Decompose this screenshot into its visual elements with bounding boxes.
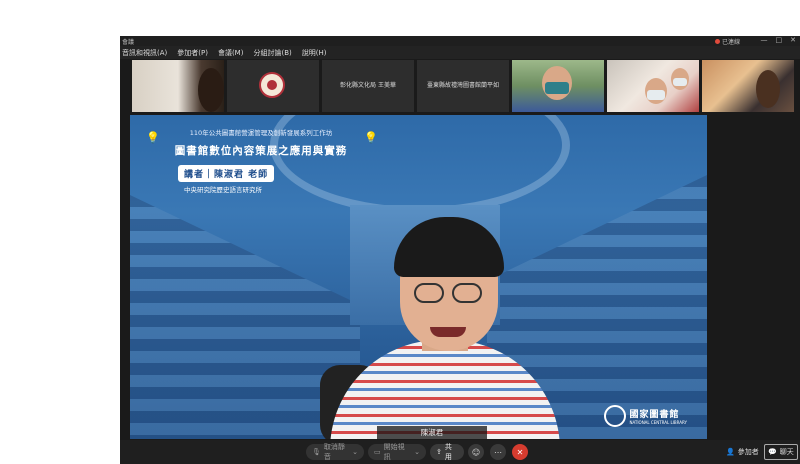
speaker-name-card: 講者｜陳淑君 老師 [178, 165, 275, 182]
share-button[interactable]: ⇪ 共用 [430, 443, 464, 461]
menu-participants[interactable]: 參加者(P) [177, 48, 208, 58]
participant-name: 臺東縣故禮灣圖書館蘭平如 [426, 82, 499, 89]
title-bar: 會議 已連線 — □ ✕ [120, 36, 800, 46]
speaker-mouth [430, 327, 466, 337]
participant-tile[interactable]: 彰化縣文化局 王美華 [322, 60, 414, 112]
participant-tile[interactable] [512, 60, 604, 112]
participant-tile[interactable] [702, 60, 794, 112]
mask-graphic [545, 82, 569, 94]
participants-icon: 👤 [726, 448, 735, 456]
leave-meeting-button[interactable]: ✕ [512, 444, 528, 460]
video-off-icon: ▭ [374, 448, 381, 456]
library-name: 國家圖書館 [629, 410, 680, 420]
participant-tile[interactable]: 臺東縣故禮灣圖書館蘭平如 [417, 60, 509, 112]
banner-subtitle: 110年公共圖書館營運管理及創新發展系列工作坊 [189, 129, 333, 137]
minimize-icon[interactable]: — [761, 36, 768, 44]
participant-tile[interactable] [132, 60, 224, 112]
menu-meeting[interactable]: 會議(M) [218, 48, 244, 58]
chat-bubble-icon: 💬 [768, 448, 777, 456]
reactions-button[interactable]: ☺ [468, 444, 484, 460]
glasses-graphic [452, 283, 482, 303]
meeting-window: 會議 已連線 — □ ✕ 音訊和視訊(A) 參加者(P) 會議(M) 分組討論(… [120, 36, 800, 464]
participants-panel-button[interactable]: 👤 參加者 [726, 444, 759, 460]
close-icon: ✕ [516, 447, 524, 457]
speaker-name-label: 陳淑君 [377, 426, 487, 439]
organization-logo-icon [259, 72, 285, 98]
chevron-down-icon: ⌄ [352, 448, 358, 456]
library-logo: 國家圖書館 NATIONAL CENTRAL LIBRARY [603, 405, 688, 427]
library-seal-icon [603, 405, 626, 427]
glasses-graphic [414, 283, 444, 303]
active-speaker-video[interactable]: 💡 💡 110年公共圖書館營運管理及創新發展系列工作坊 圖書館數位內容策展之應用… [130, 115, 707, 439]
connection-indicator[interactable]: 已連線 [714, 37, 740, 46]
menu-bar: 音訊和視訊(A) 參加者(P) 會議(M) 分組討論(B) 說明(H) [120, 46, 800, 59]
library-name-en: NATIONAL CENTRAL LIBRARY [629, 420, 688, 425]
participant-strip: 彰化縣文化局 王美華 臺東縣故禮灣圖書館蘭平如 [120, 60, 800, 112]
unmute-label: 取消靜音 [323, 443, 345, 461]
connection-status: 已連線 [721, 39, 740, 46]
menu-help[interactable]: 說明(H) [302, 48, 327, 58]
chat-panel-button[interactable]: 💬 聊天 [764, 444, 798, 460]
more-options-icon: ⋯ [494, 447, 502, 457]
menu-audio-video[interactable]: 音訊和視訊(A) [122, 48, 167, 58]
participant-tile[interactable] [607, 60, 699, 112]
participant-tile[interactable] [227, 60, 319, 112]
participants-label: 參加者 [737, 448, 759, 456]
unmute-button[interactable]: 🎙 取消靜音 ⌄ [306, 443, 364, 461]
window-title: 會議 [122, 39, 135, 46]
more-button[interactable]: ⋯ [490, 444, 506, 460]
start-video-button[interactable]: ▭ 開始視訊 ⌄ [368, 443, 426, 461]
maximize-icon[interactable]: □ [776, 36, 783, 44]
participant-video [756, 70, 780, 108]
participant-video [198, 68, 224, 112]
meeting-toolbar: 🎙 取消靜音 ⌄ ▭ 開始視訊 ⌄ ⇪ 共用 ☺ ⋯ ✕ 👤 參加者 💬 聊天 [120, 440, 800, 464]
chevron-down-icon: ⌄ [414, 448, 420, 456]
share-icon: ⇪ [436, 448, 442, 456]
window-controls: — □ ✕ [761, 36, 797, 44]
mask-graphic [673, 78, 687, 86]
close-icon[interactable]: ✕ [790, 36, 796, 44]
share-label: 共用 [444, 443, 452, 461]
start-video-label: 開始視訊 [383, 443, 405, 461]
lightbulb-icon: 💡 [364, 131, 378, 144]
lightbulb-icon: 💡 [146, 131, 160, 144]
chat-label: 聊天 [779, 448, 794, 456]
banner-title: 圖書館數位內容策展之應用與實務 [174, 145, 348, 157]
connection-dot-icon [714, 39, 720, 44]
speaker-affiliation: 中央研究院歷史語言研究所 [184, 186, 262, 194]
microphone-muted-icon: 🎙 [312, 448, 321, 456]
menu-breakout[interactable]: 分組討論(B) [253, 48, 291, 58]
participant-name: 彰化縣文化局 王美華 [340, 82, 396, 89]
smiley-icon: ☺ [471, 447, 481, 457]
event-banner: 💡 💡 110年公共圖書館營運管理及創新發展系列工作坊 圖書館數位內容策展之應用… [146, 127, 378, 158]
mask-graphic [647, 90, 665, 100]
